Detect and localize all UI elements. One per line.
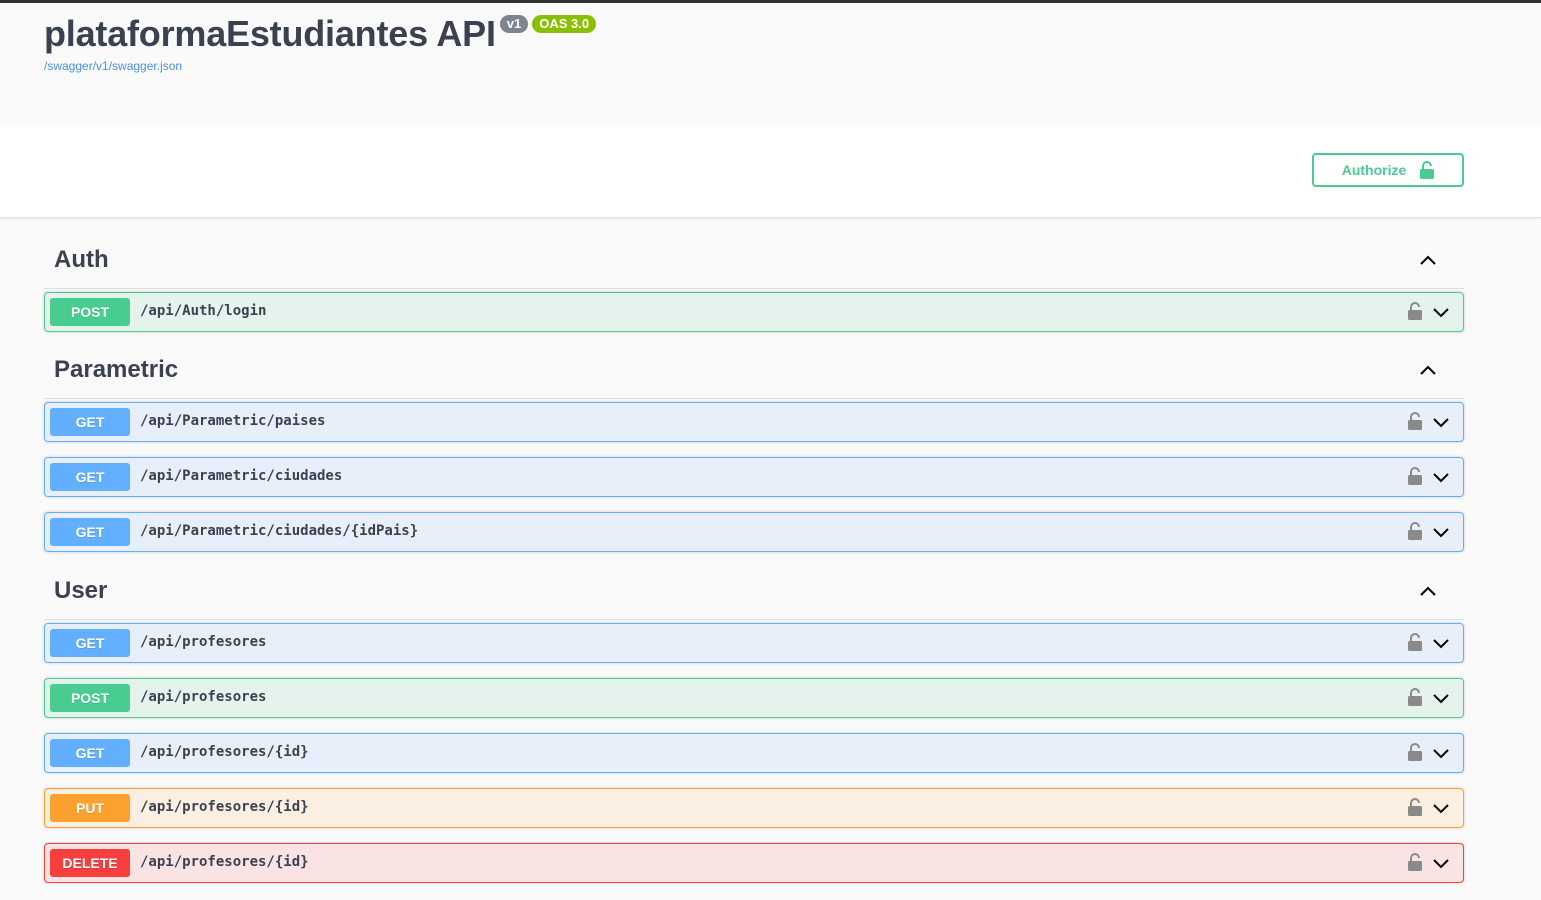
chevron-down-icon[interactable] — [1431, 798, 1451, 818]
operation-path: /api/profesores/{id} — [140, 799, 309, 815]
method-badge: GET — [50, 629, 130, 657]
operation-path: /api/Parametric/ciudades/{idPais} — [140, 523, 419, 539]
version-badge: v1 — [499, 15, 529, 33]
method-badge: POST — [50, 684, 130, 712]
operation-delete-profesores-id[interactable]: DELETE /api/profesores/{id} — [44, 843, 1464, 883]
lock-icon[interactable] — [1407, 687, 1423, 707]
chevron-up-icon[interactable] — [1418, 581, 1438, 601]
lock-icon[interactable] — [1407, 301, 1423, 321]
chevron-down-icon[interactable] — [1431, 743, 1451, 763]
chevron-up-icon[interactable] — [1418, 360, 1438, 380]
operation-post-auth-login[interactable]: POST /api/Auth/login — [44, 292, 1464, 332]
authorize-label: Authorize — [1341, 162, 1407, 178]
method-badge: GET — [50, 408, 130, 436]
operation-path: /api/Parametric/paises — [140, 413, 326, 429]
operation-path: /api/profesores — [140, 634, 267, 650]
operation-path: /api/profesores/{id} — [140, 744, 309, 760]
chevron-down-icon[interactable] — [1431, 302, 1451, 322]
chevron-down-icon[interactable] — [1431, 853, 1451, 873]
operation-path: /api/Auth/login — [140, 303, 267, 319]
title-row: plataformaEstudiantes API v1 OAS 3.0 — [44, 13, 597, 55]
operation-path: /api/profesores/{id} — [140, 854, 309, 870]
operation-get-parametric-ciudades[interactable]: GET /api/Parametric/ciudades — [44, 457, 1464, 497]
operation-get-profesores[interactable]: GET /api/profesores — [44, 623, 1464, 663]
tag-section-parametric[interactable]: Parametric — [44, 350, 1464, 399]
lock-icon[interactable] — [1407, 411, 1423, 431]
tag-title: Parametric — [54, 356, 179, 383]
method-badge: GET — [50, 463, 130, 491]
tag-section-user[interactable]: User — [44, 571, 1464, 620]
chevron-up-icon[interactable] — [1418, 250, 1438, 270]
authorize-button[interactable]: Authorize — [1312, 153, 1464, 187]
operation-get-parametric-paises[interactable]: GET /api/Parametric/paises — [44, 402, 1464, 442]
chevron-down-icon[interactable] — [1431, 412, 1451, 432]
operation-path: /api/profesores — [140, 689, 267, 705]
method-badge: POST — [50, 298, 130, 326]
operation-path: /api/Parametric/ciudades — [140, 468, 343, 484]
tag-title: User — [54, 577, 108, 604]
lock-icon[interactable] — [1407, 466, 1423, 486]
chevron-down-icon[interactable] — [1431, 688, 1451, 708]
operation-get-profesores-id[interactable]: GET /api/profesores/{id} — [44, 733, 1464, 773]
api-title: plataformaEstudiantes API — [44, 13, 496, 54]
tag-section-auth[interactable]: Auth — [44, 240, 1464, 289]
chevron-down-icon[interactable] — [1431, 522, 1451, 542]
method-badge: PUT — [50, 794, 130, 822]
lock-icon[interactable] — [1407, 852, 1423, 872]
lock-icon[interactable] — [1407, 742, 1423, 762]
chevron-down-icon[interactable] — [1431, 633, 1451, 653]
operation-get-parametric-ciudades-idpais[interactable]: GET /api/Parametric/ciudades/{idPais} — [44, 512, 1464, 552]
lock-icon[interactable] — [1407, 632, 1423, 652]
oas-version-badge: OAS 3.0 — [532, 15, 597, 33]
method-badge: GET — [50, 518, 130, 546]
swagger-json-link[interactable]: /swagger/v1/swagger.json — [44, 59, 182, 73]
tag-title: Auth — [54, 246, 109, 273]
method-badge: GET — [50, 739, 130, 767]
lock-icon[interactable] — [1407, 797, 1423, 817]
operation-post-profesores[interactable]: POST /api/profesores — [44, 678, 1464, 718]
lock-icon[interactable] — [1407, 521, 1423, 541]
scheme-container: Authorize — [0, 123, 1541, 218]
unlocked-padlock-icon — [1420, 161, 1435, 179]
method-badge: DELETE — [50, 849, 130, 877]
chevron-down-icon[interactable] — [1431, 467, 1451, 487]
operation-put-profesores-id[interactable]: PUT /api/profesores/{id} — [44, 788, 1464, 828]
api-info: plataformaEstudiantes API v1 OAS 3.0 /sw… — [0, 3, 1541, 123]
